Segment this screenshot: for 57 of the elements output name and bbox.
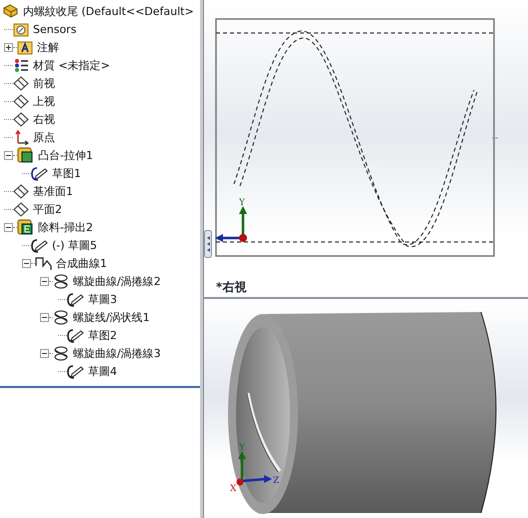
tree-item-label[interactable]: 合成曲線1 (56, 256, 107, 270)
tree-item-label[interactable]: 注解 (37, 40, 59, 54)
tree-item-label[interactable]: 平面2 (33, 202, 62, 216)
tree-item-label[interactable]: 上视 (33, 94, 55, 108)
collapse-toggle[interactable] (4, 222, 13, 232)
collapse-toggle[interactable] (40, 312, 49, 322)
plane-icon (13, 112, 29, 126)
part-icon (2, 3, 19, 19)
plane-icon (13, 202, 29, 216)
helix-icon (53, 346, 69, 360)
sketch-icon (67, 328, 84, 342)
cut-feature-icon (17, 219, 34, 235)
plane-icon (13, 94, 29, 108)
tree-item-label[interactable]: 草圖3 (88, 292, 117, 306)
tree-item-label[interactable]: 右视 (33, 112, 55, 126)
tree-item-label[interactable]: 螺旋曲線/渦捲線2 (73, 274, 161, 288)
tree-item-label[interactable]: 草圖4 (88, 364, 117, 378)
helix-icon (53, 310, 69, 324)
axis-label: Y (239, 198, 245, 208)
tree-item-label[interactable]: 原点 (33, 130, 55, 144)
collapse-toggle[interactable] (40, 276, 49, 286)
tree-item-label[interactable]: 内螺紋收尾 (Default<<Default> (23, 4, 194, 18)
view-label: *右視 (216, 279, 246, 296)
sketch-icon (31, 238, 48, 252)
sketch-icon (67, 364, 84, 378)
composite-curve-icon (35, 256, 52, 270)
tree-item-label[interactable]: (-) 草圖5 (52, 238, 98, 252)
tree-item-label[interactable]: 草图1 (52, 166, 81, 180)
sensor-folder-icon (13, 22, 29, 36)
tree-item-label[interactable]: 材質 <未指定> (33, 58, 110, 72)
tree-item-label[interactable]: 前视 (33, 76, 55, 90)
tree-item-label[interactable]: 凸台-拉伸1 (38, 148, 93, 162)
material-icon (13, 58, 29, 72)
panel-collapse-tab[interactable] (204, 230, 212, 258)
expand-toggle[interactable] (4, 42, 13, 52)
sketch-icon (31, 166, 48, 180)
tree-item-label[interactable]: Sensors (33, 22, 76, 36)
plane-icon (13, 76, 29, 90)
axis-triad-icon (236, 451, 272, 486)
tree-item-label[interactable]: 草图2 (88, 328, 117, 342)
axis-triad-icon (215, 206, 247, 242)
tree-item-label[interactable]: 除料-掃出2 (38, 220, 93, 234)
collapse-toggle[interactable] (40, 348, 49, 358)
sketch-icon (67, 292, 84, 306)
plane-icon (13, 184, 29, 198)
collapse-toggle[interactable] (22, 258, 31, 268)
origin-icon (13, 130, 29, 144)
collapse-toggle[interactable] (4, 150, 13, 160)
annotation-folder-icon (17, 40, 33, 54)
axis-label: X (230, 484, 236, 494)
extrude-feature-icon (17, 147, 34, 163)
axis-label: Y (239, 443, 245, 453)
tree-item-label[interactable]: 螺旋曲線/渦捲線3 (73, 346, 161, 360)
tree-item-label[interactable]: 基准面1 (33, 184, 73, 198)
axis-label: Z (273, 476, 280, 486)
tree-item-label[interactable]: 螺旋线/涡状线1 (73, 310, 150, 324)
helix-icon (53, 274, 69, 288)
